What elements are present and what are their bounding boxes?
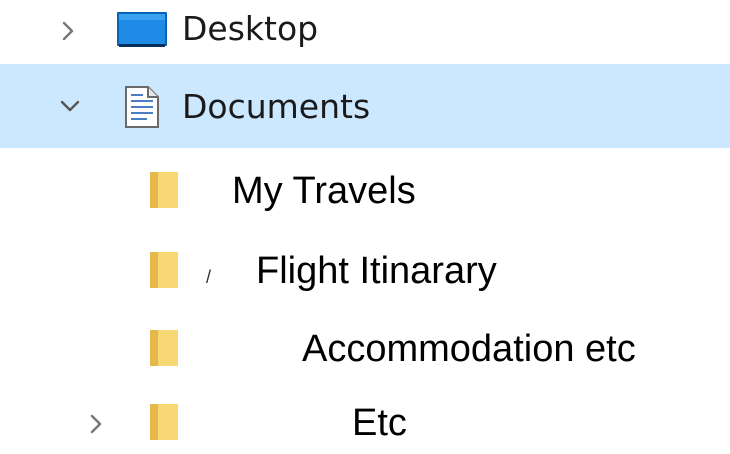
tree-item-flight-itinerary[interactable]: / Flight Itinarary <box>0 240 730 300</box>
desktop-icon <box>117 12 167 47</box>
tree-item-my-travels[interactable]: My Travels <box>0 160 730 220</box>
tree-item-label-accommodation: Accommodation etc <box>302 328 636 370</box>
tree-item-label-etc: Etc <box>352 402 407 444</box>
folder-icon <box>150 330 178 366</box>
tree-item-label-my-travels: My Travels <box>232 170 416 212</box>
tree-item-label-documents: Documents <box>182 87 371 126</box>
tree-item-documents[interactable]: Documents <box>0 64 730 148</box>
stray-mark: / <box>206 267 212 287</box>
tree-item-accommodation[interactable]: Accommodation etc <box>0 318 730 378</box>
tree-item-etc[interactable]: Etc <box>0 392 730 452</box>
navigation-tree: Desktop Documents My Travels / Flight It… <box>0 0 730 454</box>
folder-icon <box>150 404 178 440</box>
chevron-right-icon[interactable] <box>82 410 110 438</box>
folder-icon <box>150 252 178 288</box>
tree-item-desktop[interactable]: Desktop <box>0 0 730 62</box>
folder-icon <box>150 172 178 208</box>
tree-item-label-desktop: Desktop <box>182 9 319 48</box>
chevron-down-icon[interactable] <box>56 92 84 120</box>
chevron-right-icon[interactable] <box>54 17 82 45</box>
documents-icon <box>125 86 159 128</box>
tree-item-label-flight-itinerary: Flight Itinarary <box>256 250 497 292</box>
